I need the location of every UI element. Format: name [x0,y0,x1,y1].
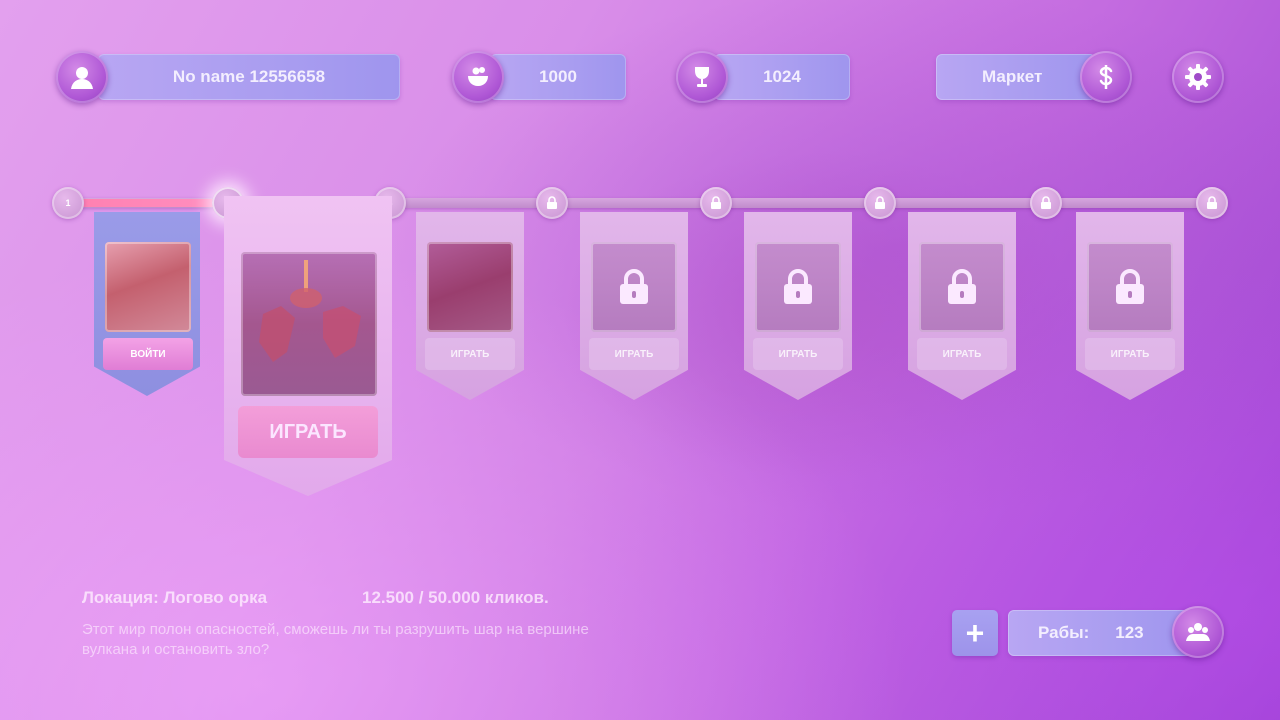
slaves-count: 123 [1115,623,1144,642]
trophies-display: 1024 [714,54,850,100]
gear-icon [1185,64,1211,90]
level-5-locked-image [755,242,841,332]
lock-icon [1207,196,1217,209]
avatar-button[interactable] [56,51,108,103]
slaves-icon-button[interactable] [1172,606,1224,658]
level-node-5 [700,187,732,219]
trophy-icon [695,67,709,87]
level-card-5: ИГРАТЬ [744,212,852,400]
trophies-icon-button[interactable] [676,51,728,103]
level-node-8 [1196,187,1228,219]
settings-button[interactable] [1172,51,1224,103]
level-5-play-button: ИГРАТЬ [753,338,843,370]
user-icon [71,67,93,89]
market-dollar-button[interactable] [1080,51,1132,103]
level-6-play-button: ИГРАТЬ [917,338,1007,370]
lock-icon [547,196,557,209]
market-label: Маркет [982,67,1043,86]
level-card-6: ИГРАТЬ [908,212,1016,400]
player-name-field[interactable]: No name 12556658 [98,54,400,100]
lock-icon [620,269,648,304]
coins-icon-button[interactable] [452,51,504,103]
trophies-value: 1024 [763,67,801,86]
lock-icon [875,196,885,209]
level-3-play-button[interactable]: ИГРАТЬ [425,338,515,370]
dollar-icon [1099,65,1113,89]
level-2-image [241,252,377,396]
level-card-3[interactable]: ИГРАТЬ [416,212,524,400]
plus-label: + [965,614,985,651]
lock-icon [1041,196,1051,209]
add-slave-button[interactable]: + [952,610,998,656]
level-4-play-button: ИГРАТЬ [589,338,679,370]
level-card-1[interactable]: ВОЙТИ [94,212,200,396]
lock-icon [948,269,976,304]
level-card-2[interactable]: ИГРАТЬ [224,196,392,496]
level-1-enter-button[interactable]: ВОЙТИ [103,338,193,370]
coin-bowl-icon [468,67,488,86]
orc-lair-scene [259,260,361,362]
group-icon [1186,623,1210,641]
lock-icon [784,269,812,304]
lock-icon [711,196,721,209]
level-6-locked-image [919,242,1005,332]
level-node-7 [1030,187,1062,219]
market-button[interactable]: Маркет [936,54,1096,100]
player-name: No name 12556658 [172,67,326,86]
clicks-progress: 12.500 / 50.000 кликов. [362,588,549,607]
location-label: Локация: Логово орка [82,588,268,607]
lock-icon [1116,269,1144,304]
location-description: Этот мир полон опасностей, сможешь ли ты… [82,621,589,658]
level-card-7: ИГРАТЬ [1076,212,1184,400]
slaves-label: Рабы: [1038,623,1090,642]
level-node-1: 1 [52,187,84,219]
level-card-4: ИГРАТЬ [580,212,688,400]
level-1-image [105,242,191,332]
level-7-play-button: ИГРАТЬ [1085,338,1175,370]
level-4-locked-image [591,242,677,332]
level-7-locked-image [1087,242,1173,332]
coins-value: 1000 [539,67,577,86]
level-3-image [427,242,513,332]
level-node-4 [536,187,568,219]
coins-display: 1000 [490,54,626,100]
level-node-6 [864,187,896,219]
slaves-display: Рабы: 123 [1008,610,1194,656]
level-node-label: 1 [65,198,71,208]
play-button[interactable]: ИГРАТЬ [238,406,378,458]
